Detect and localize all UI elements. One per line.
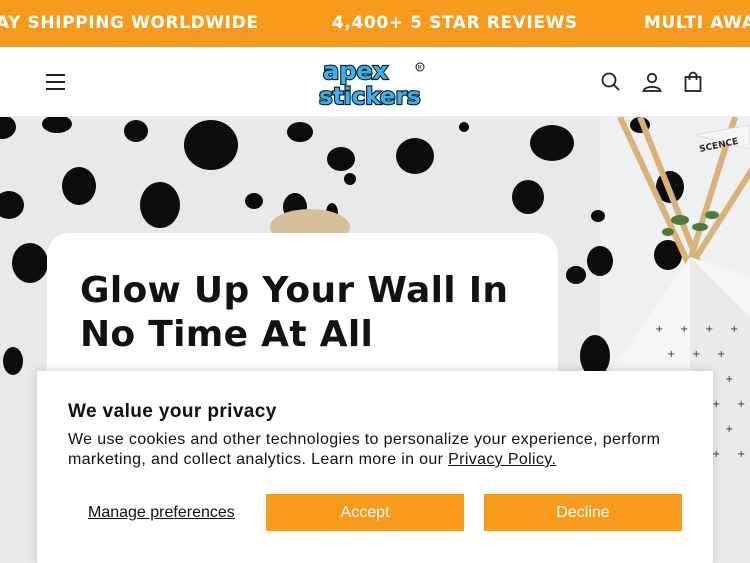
svg-text:+: + [655,324,663,335]
svg-text:+: + [725,374,733,385]
manage-preferences-link[interactable]: Manage preferences [88,504,235,522]
svg-text:+: + [667,349,675,360]
svg-text:+: + [737,449,745,460]
search-button[interactable] [599,70,623,94]
announcement-text: 4,400+ 5 STAR REVIEWS [332,13,578,33]
decline-button[interactable]: Decline [484,494,682,531]
search-icon [601,72,620,91]
svg-text:+: + [725,424,733,435]
cart-icon [684,71,702,92]
privacy-policy-link[interactable]: Privacy Policy. [448,451,556,468]
svg-text:R: R [418,65,422,72]
apex-stickers-logo[interactable]: apex stickers R [317,54,435,111]
svg-text:+: + [692,349,700,360]
account-icon [642,72,662,92]
svg-text:+: + [730,324,738,335]
svg-text:+: + [712,399,720,410]
cookie-banner-title: We value your privacy [68,401,277,422]
cookie-banner-text: We use cookies and other technologies to… [68,431,661,468]
cookie-banner-body: We use cookies and other technologies to… [68,430,698,470]
svg-text:+: + [737,399,745,410]
accept-button[interactable]: Accept [266,494,464,531]
account-button[interactable] [640,70,664,94]
announcement-bar: AY SHIPPING WORLDWIDE 4,400+ 5 STAR REVI… [0,0,750,47]
svg-text:+: + [680,324,688,335]
hero-title: Glow Up Your Wall In No Time At All [80,270,509,355]
svg-text:+: + [705,324,713,335]
svg-text:apex: apex [323,57,389,85]
site-header: apex stickers R [0,47,750,117]
cart-button[interactable] [681,70,705,94]
svg-text:+: + [712,449,720,460]
svg-text:+: + [717,349,725,360]
announcement-text: AY SHIPPING WORLDWIDE [0,13,259,33]
cookie-consent-banner: We value your privacy We use cookies and… [37,371,713,563]
svg-text:stickers: stickers [319,84,421,110]
menu-button[interactable] [44,69,68,95]
announcement-text: MULTI AWA [644,13,750,33]
menu-icon [46,74,65,90]
